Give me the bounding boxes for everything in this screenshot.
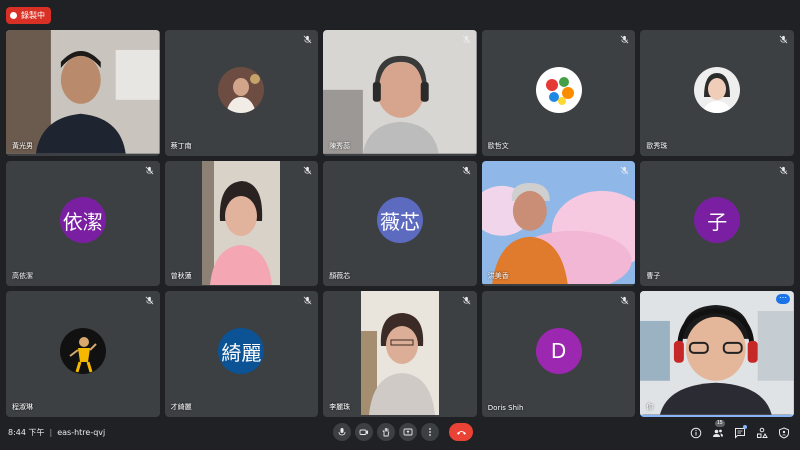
participant-logo [535, 66, 582, 113]
participant-name: 顏薇芯 [329, 272, 351, 281]
camera-button[interactable] [355, 423, 373, 441]
participant-name: 你 [646, 402, 654, 411]
participant-name: 陳秀蕊 [329, 141, 351, 150]
mic-off-icon [303, 296, 312, 305]
chat-button[interactable] [734, 425, 747, 439]
participant-avatar [218, 66, 265, 113]
mic-off-icon [621, 35, 629, 44]
meeting-info-separator: | [49, 428, 53, 437]
participant-video [323, 30, 477, 154]
participant-video [481, 160, 636, 285]
participant-initials: D [535, 328, 582, 375]
self-video [640, 291, 794, 415]
participant-tile[interactable]: 子 曹子 [640, 160, 794, 287]
side-panel-tools: 15 [690, 420, 790, 439]
participant-initials: 依潔 [59, 197, 106, 244]
bottom-toolbar: 8:44 下午 | eas-htre-qvj 15 [0, 418, 800, 450]
people-button[interactable]: 15 [712, 420, 725, 438]
present-button[interactable] [399, 423, 417, 441]
chat-notification-dot [743, 425, 747, 429]
participant-tile[interactable]: 程淑琳 [6, 291, 160, 417]
mic-off-icon [779, 35, 788, 44]
mic-off-icon [462, 166, 471, 175]
meeting-details-button[interactable] [690, 426, 702, 439]
activities-button[interactable] [756, 426, 768, 438]
participant-name: 曹子 [646, 272, 661, 281]
meeting-time: 8:44 下午 [8, 428, 45, 437]
participant-video [202, 160, 281, 285]
mic-off-icon [303, 35, 312, 44]
participant-name: 高依潔 [12, 272, 33, 281]
mic-icon [338, 428, 346, 436]
meeting-info: 8:44 下午 | eas-htre-qvj [8, 427, 105, 438]
participant-tile[interactable]: 歐哲文 [481, 30, 636, 156]
participant-avatar [59, 328, 106, 375]
mic-off-icon [621, 296, 629, 305]
shield-icon [779, 427, 789, 439]
participant-grid: 黃光男 蔡丁南 陳秀蕊 歐哲文 歐秀珠 依潔 高依潔 曾秋蓮 薇芯 顏薇芯 洪美… [6, 30, 794, 417]
participant-name: 蔡丁南 [170, 141, 192, 150]
raise-hand-icon [382, 427, 390, 437]
participant-name: 曾秋蓮 [170, 272, 192, 281]
mic-off-icon [303, 166, 312, 175]
participant-tile[interactable]: 歐秀珠 [640, 30, 794, 156]
participant-initials: 薇芯 [376, 197, 423, 244]
self-tile[interactable]: ⋯ 你 [640, 291, 794, 417]
recording-dot-icon [10, 12, 17, 19]
meeting-code: eas-htre-qvj [57, 428, 106, 437]
participant-name: Doris Shih [487, 403, 524, 412]
participant-name: 洪美香 [487, 272, 509, 281]
call-controls [333, 423, 473, 441]
host-controls-button[interactable] [778, 426, 790, 439]
recording-label: 錄製中 [21, 11, 45, 20]
participant-tile[interactable]: 綺麗 才綺麗 [164, 291, 319, 417]
more-options-icon [429, 428, 431, 436]
participant-initials: 子 [694, 197, 741, 244]
participant-name: 黃光男 [12, 141, 33, 150]
recording-badge[interactable]: 錄製中 [6, 7, 51, 24]
mic-button[interactable] [333, 423, 351, 441]
mic-off-icon [621, 166, 629, 175]
participant-video [6, 30, 160, 154]
participant-tile[interactable]: 陳秀蕊 [323, 30, 477, 156]
mic-off-icon [779, 166, 788, 175]
end-call-button[interactable] [449, 423, 473, 441]
participant-name: 李麗珠 [329, 402, 351, 411]
mic-off-icon [145, 296, 153, 305]
end-call-icon [456, 430, 466, 435]
participant-initials: 綺麗 [218, 328, 265, 375]
more-options-button[interactable] [421, 423, 439, 441]
participant-tile[interactable]: 黃光男 [6, 30, 160, 156]
camera-icon [359, 429, 368, 435]
participant-avatar [694, 66, 741, 113]
participants-count-badge: 15 [715, 420, 725, 427]
people-icon [713, 429, 723, 437]
participant-name: 程淑琳 [12, 402, 33, 411]
participant-tile[interactable]: 洪美香 [481, 160, 636, 287]
participant-tile[interactable]: 依潔 高依潔 [6, 160, 160, 287]
mic-off-icon [462, 296, 471, 305]
participant-tile[interactable]: 蔡丁南 [164, 30, 319, 156]
participant-tile[interactable]: 曾秋蓮 [164, 160, 319, 287]
participant-tile[interactable]: 李麗珠 [323, 291, 477, 417]
activities-icon [757, 427, 768, 438]
participant-tile[interactable]: D Doris Shih [481, 291, 636, 417]
raise-hand-button[interactable] [377, 423, 395, 441]
info-icon [690, 427, 702, 439]
present-icon [403, 428, 413, 436]
participant-video [360, 291, 439, 416]
mic-off-icon [462, 35, 471, 44]
participant-name: 歐哲文 [487, 141, 509, 150]
participant-tile[interactable]: 薇芯 顏薇芯 [323, 160, 477, 287]
participant-name: 才綺麗 [170, 402, 192, 411]
mic-off-icon [145, 166, 153, 175]
self-tile-more-icon[interactable]: ⋯ [776, 294, 790, 305]
participant-name: 歐秀珠 [646, 141, 668, 150]
